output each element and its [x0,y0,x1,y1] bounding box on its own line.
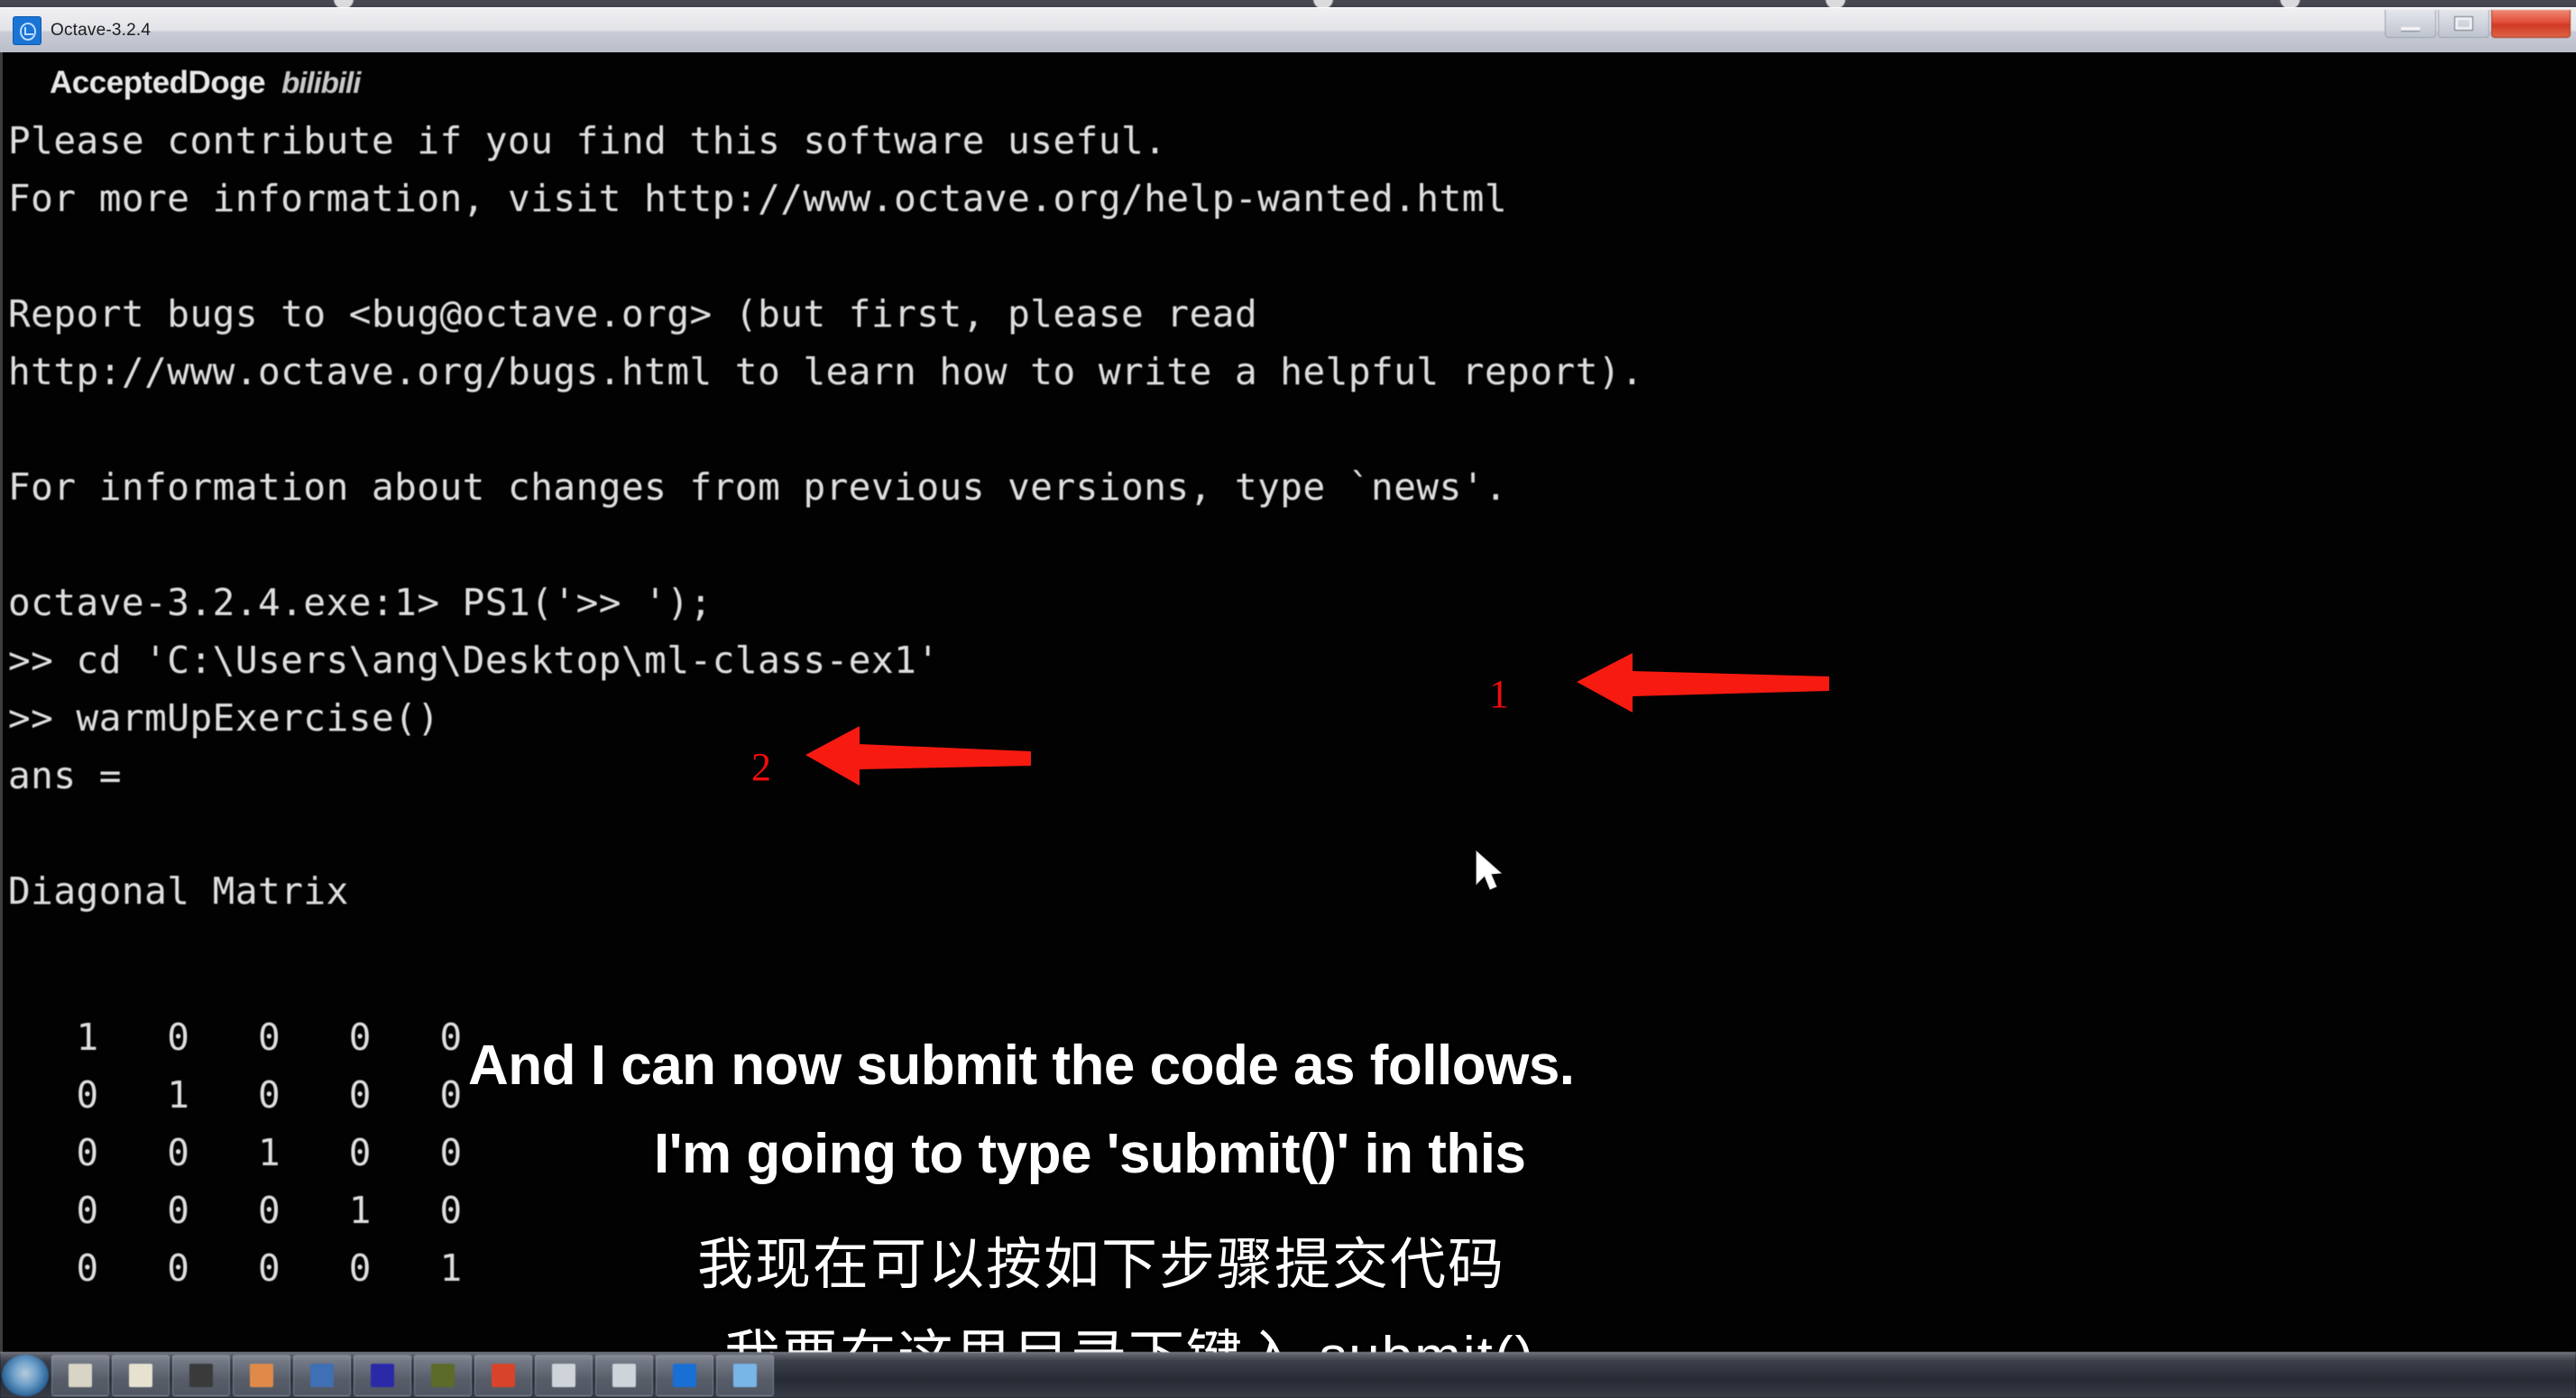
matrix-row: 0 0 1 0 0 [8,1131,463,1174]
terminal-line: http://www.octave.org/bugs.html to learn… [8,350,1644,393]
annotation-number-2: 2 [751,745,771,789]
subtitle-chinese-line-2: 我要在这里目录下键入 submit() [724,1311,1535,1353]
title-bar-left-group: Octave-3.2.4 [13,16,151,45]
annotation-number-1: 1 [1489,672,1509,716]
taskbar-item-11[interactable] [656,1355,713,1396]
watermark-uploader-name: AcceptedDoge [50,65,266,100]
red-arrow-2-icon [805,726,1031,786]
diagonal-matrix-output: 1 0 0 0 0 0 1 0 0 0 0 0 1 0 0 0 0 0 1 0 … [8,1008,463,1297]
terminal-line: ans = [8,754,122,797]
taskbar-item-4[interactable] [233,1355,290,1396]
octave-window: Octave-3.2.4 AcceptedDoge bilibili Pleas… [0,7,2576,1353]
start-button[interactable] [2,1355,49,1396]
mouse-pointer-icon [1476,850,1503,890]
minimize-button[interactable] [2385,10,2436,38]
taskbar-item-1[interactable] [51,1355,109,1396]
taskbar-item-9[interactable] [535,1355,593,1396]
matrix-row: 0 1 0 0 0 [8,1073,463,1117]
terminal-line: Report bugs to <bug@octave.org> (but fir… [8,292,1258,336]
taskbar-item-6[interactable] [354,1355,411,1396]
windows-taskbar[interactable] [0,1352,2576,1398]
octave-console[interactable]: AcceptedDoge bilibili Please contribute … [0,52,2576,1353]
taskbar-item-3[interactable] [172,1355,230,1396]
taskbar-item-5[interactable] [293,1355,351,1396]
close-button[interactable] [2491,10,2571,38]
matrix-row: 0 0 0 1 0 [8,1189,463,1232]
terminal-line: octave-3.2.4.exe:1> PS1('>> '); [8,581,713,624]
window-title: Octave-3.2.4 [51,21,152,40]
subtitle-chinese-line-1: 我现在可以按如下步骤提交代码 [697,1234,1506,1296]
red-arrow-1-icon [1577,653,1829,713]
maximize-button[interactable] [2438,10,2489,38]
window-title-bar[interactable]: Octave-3.2.4 [0,7,2576,54]
terminal-line: For information about changes from previ… [8,465,1508,509]
matrix-row: 1 0 0 0 0 [8,1016,463,1059]
taskbar-item-10[interactable] [595,1355,653,1396]
taskbar-item-8[interactable] [474,1355,532,1396]
taskbar-item-2[interactable] [112,1355,170,1396]
subtitle-english-line-1: And I can now submit the code as follows… [468,1035,1575,1097]
terminal-line: For more information, visit http://www.o… [8,177,1508,220]
terminal-line: Please contribute if you find this softw… [8,119,1167,162]
matrix-row: 0 0 0 0 1 [8,1246,463,1290]
subtitle-english-line-2: I'm going to type 'submit()' in this [654,1123,1526,1185]
window-controls [2385,10,2571,38]
terminal-line: >> cd 'C:\Users\ang\Desktop\ml-class-ex1… [8,639,940,682]
terminal-line: >> warmUpExercise() [8,696,440,740]
taskbar-item-7[interactable] [414,1355,472,1396]
video-watermark: AcceptedDoge bilibili [50,65,361,101]
terminal-output: Please contribute if you find this softw… [8,112,2561,978]
octave-icon [13,16,41,45]
terminal-line: Diagonal Matrix [8,869,349,913]
bilibili-logo: bilibili [281,66,361,99]
taskbar-item-12[interactable] [716,1355,774,1396]
